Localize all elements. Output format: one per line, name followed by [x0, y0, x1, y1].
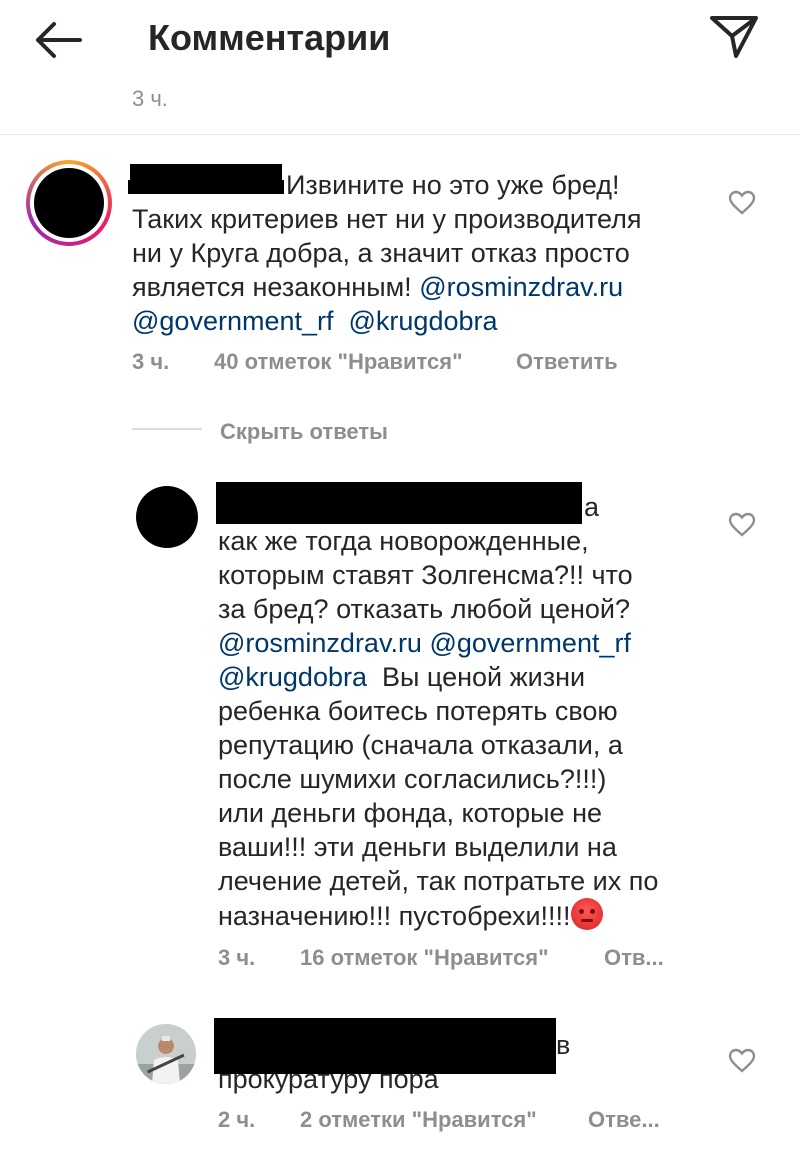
mention-link[interactable]: @government_rf [132, 306, 334, 336]
avatar[interactable] [136, 486, 198, 548]
avatar[interactable] [26, 160, 112, 246]
comment-text-line: репутацию (сначала отказали, а [218, 730, 623, 760]
page-title: Комментарии [148, 17, 391, 58]
comment-text: Вы ценой жизни [382, 662, 586, 692]
comment-text-line: @krugdobra Вы ценой жизни [218, 660, 585, 694]
comment-time: 3 ч. [218, 945, 256, 970]
redacted-username [216, 482, 582, 524]
person-photo-icon [136, 1024, 196, 1084]
comment-text-line: или деньги фонда, которые не [218, 798, 602, 828]
comment-text-line: @government_rf @krugdobra [132, 304, 498, 338]
redacted-username [128, 180, 284, 194]
reply-button[interactable]: Отве... [588, 1106, 660, 1134]
comment-text-line: @rosminzdrav.ru @government_rf [218, 626, 631, 660]
comment-text-line: назначению!!! пустобрехи!!!! [218, 898, 603, 933]
heart-icon[interactable] [728, 1048, 756, 1074]
mention-link[interactable]: @rosminzdrav.ru [419, 272, 623, 302]
mention-link[interactable]: @rosminzdrav.ru [218, 628, 422, 658]
mention-link[interactable]: @krugdobra [349, 306, 498, 336]
comment-text-line: ребенка боитесь потерять свою [218, 696, 618, 726]
comment-text-line: Извините но это уже бред! [286, 170, 620, 200]
comment-text: назначению!!! пустобрехи!!!! [218, 901, 571, 931]
comment-text-line: за бред? отказать любой ценой? [218, 594, 630, 624]
comment-text: в [556, 1030, 571, 1060]
reply-item: а как же тогда новорожденные, которым ст… [0, 480, 800, 980]
send-icon[interactable] [708, 14, 760, 60]
comment-time: 3 ч. [132, 349, 170, 374]
divider [0, 134, 800, 135]
likes-count[interactable]: 40 отметок "Нравится" [214, 348, 463, 376]
comment-text-line: после шумихи согласились?!!!) [218, 764, 607, 794]
comment-text-line: Таких критериев нет ни у производителя [132, 204, 642, 234]
heart-icon[interactable] [728, 190, 756, 216]
reply-button[interactable]: Отв... [604, 944, 664, 972]
hide-replies-button[interactable]: Скрыть ответы [220, 418, 388, 446]
reply-item: в прокуратуру пора 2 ч. 2 отметки "Нрави… [0, 1010, 800, 1160]
comment-item: Извините но это уже бред! Таких критерие… [0, 150, 800, 390]
comment-text-line: ваши!!! эти деньги выделили на [218, 832, 617, 862]
comment-text: а [584, 492, 600, 522]
likes-count[interactable]: 16 отметок "Нравится" [300, 944, 549, 972]
comment-text-line: прокуратуру пора [218, 1064, 439, 1094]
header-bar: Комментарии [0, 0, 800, 80]
comment-text: является незаконным! [132, 272, 412, 302]
comment-text-line: как же тогда новорожденные, [218, 526, 589, 556]
hide-replies-line [132, 428, 202, 430]
comment-text-line: которым ставят Золгенсма?!! что [218, 560, 633, 590]
comment-time: 2 ч. [218, 1107, 256, 1132]
reply-button[interactable]: Ответить [516, 348, 618, 376]
heart-icon[interactable] [728, 512, 756, 538]
angry-face-icon [570, 898, 603, 930]
mention-link[interactable]: @krugdobra [218, 662, 367, 692]
back-arrow-icon[interactable] [30, 18, 84, 62]
previous-comment-timestamp: 3 ч. [132, 88, 168, 108]
likes-count[interactable]: 2 отметки "Нравится" [300, 1106, 537, 1134]
avatar[interactable] [136, 1024, 196, 1084]
mention-link[interactable]: @government_rf [429, 628, 631, 658]
comment-text-line: является незаконным! @rosminzdrav.ru [132, 270, 623, 304]
comment-text-line: ни у Круга добра, а значит отказ просто [132, 238, 630, 268]
comment-text-line: лечение детей, так потратьте их по [218, 866, 659, 896]
